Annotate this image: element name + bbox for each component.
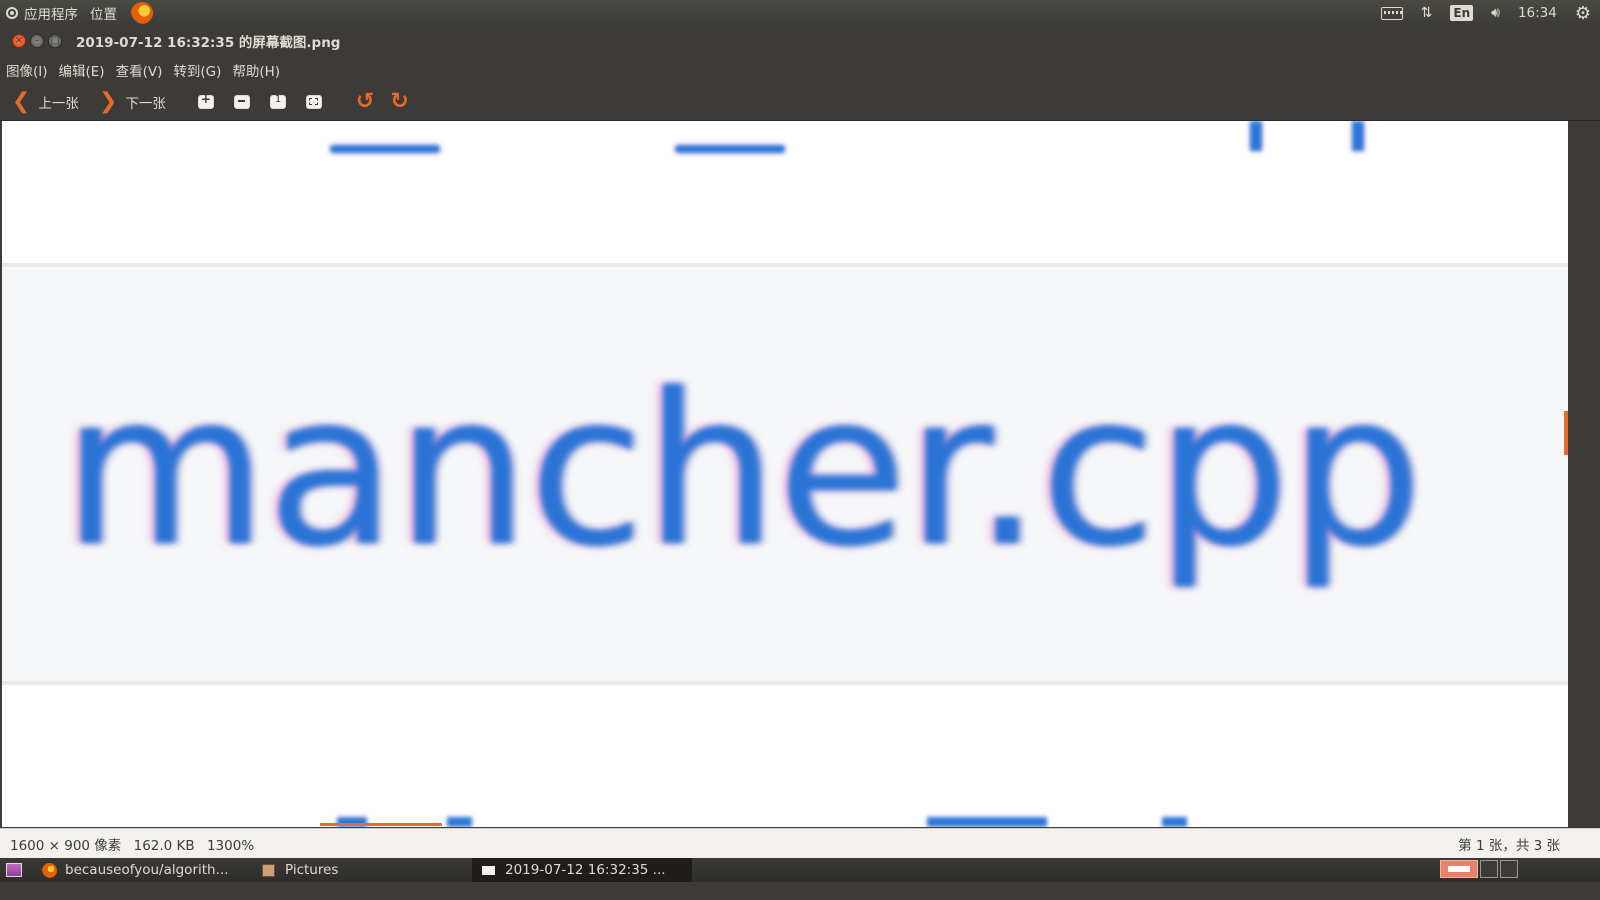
show-desktop-icon[interactable] (6, 863, 22, 877)
volume-icon[interactable]: 🔊︎ (1491, 5, 1500, 21)
image-fragment (1352, 121, 1364, 151)
image-fragment (1162, 817, 1187, 827)
image-fragment (1250, 121, 1262, 151)
task-label: becauseofyou/algorith... (65, 862, 229, 878)
previous-image-label: 上一张 (38, 96, 79, 112)
rotate-right-icon[interactable]: ↻ (390, 91, 408, 113)
menu-help[interactable]: 帮助(H) (232, 60, 280, 80)
menu-edit[interactable]: 编辑(E) (59, 60, 105, 80)
image-fragment (330, 145, 440, 153)
task-firefox[interactable]: becauseofyou/algorith... (32, 858, 252, 882)
file-size: 162.0 KB (133, 838, 195, 854)
keyboard-icon[interactable] (1380, 6, 1403, 20)
file-manager-icon (262, 863, 275, 877)
scroll-marker[interactable] (1564, 411, 1568, 455)
normal-size-icon[interactable] (269, 94, 286, 109)
network-arrows-icon[interactable]: ⇅ (1421, 5, 1433, 21)
session-gear-icon[interactable]: ⚙ (1575, 3, 1591, 24)
rotate-left-icon[interactable]: ↺ (356, 91, 374, 113)
workspace-1[interactable] (1440, 860, 1478, 878)
image-fragment (675, 145, 785, 153)
zoom-level: 1300% (206, 838, 255, 854)
places-menu[interactable]: 位置 (90, 3, 117, 23)
task-label: 2019-07-12 16:32:35 ... (505, 862, 666, 878)
image-dimensions: 1600 × 900 像素 (10, 838, 122, 854)
language-label: En (1450, 5, 1474, 21)
image-fragment (927, 817, 1047, 827)
input-language-indicator[interactable]: En (1450, 5, 1474, 21)
image-viewer-icon (482, 865, 495, 875)
image-fragment (320, 823, 442, 826)
top-panel: 应用程序 位置 ⇅ En 🔊︎ 16:34 ⚙ (0, 0, 1600, 26)
task-pictures[interactable]: Pictures (252, 858, 472, 882)
zoomed-filename-text: mancher.cpp (62, 348, 1422, 593)
image-position: 第 1 张，共 3 张 (1458, 838, 1560, 854)
chevron-left-icon: ❮ (12, 89, 31, 114)
menu-view[interactable]: 查看(V) (116, 60, 163, 80)
next-image-button[interactable]: ❯ 下一张 (93, 88, 172, 116)
bottom-taskbar: becauseofyou/algorith... Pictures 2019-0… (0, 858, 1600, 882)
clock[interactable]: 16:34 (1518, 5, 1557, 21)
statusbar: 1600 × 900 像素 162.0 KB 1300% 第 1 张，共 3 张 (0, 828, 1600, 859)
workspace-3[interactable] (1500, 860, 1518, 878)
zoom-in-icon[interactable] (197, 92, 214, 109)
task-image-viewer[interactable]: 2019-07-12 16:32:35 ... (472, 858, 692, 882)
toolbar: ❮ 上一张 ❯ 下一张 ↺ ↻ (0, 84, 1600, 121)
image-fragment (447, 817, 472, 827)
next-image-label: 下一张 (125, 96, 166, 112)
workspace-switcher (1438, 860, 1518, 878)
window-titlebar: × – □ 2019-07-12 16:32:35 的屏幕截图.png (0, 26, 1600, 56)
firefox-icon (42, 862, 57, 878)
previous-image-button[interactable]: ❮ 上一张 (6, 88, 85, 116)
applications-icon[interactable] (6, 7, 18, 19)
chevron-right-icon: ❯ (98, 89, 118, 114)
workspace-2[interactable] (1480, 860, 1498, 878)
maximize-window-button[interactable]: □ (48, 34, 62, 48)
image-viewport[interactable]: mancher.cpp (2, 121, 1568, 827)
zoom-out-icon[interactable] (233, 95, 250, 109)
firefox-icon[interactable] (131, 2, 153, 24)
minimize-window-button[interactable]: – (30, 34, 44, 48)
applications-menu[interactable]: 应用程序 (24, 3, 78, 23)
menubar: 图像(I) 编辑(E) 查看(V) 转到(G) 帮助(H) (0, 56, 1600, 84)
menu-image[interactable]: 图像(I) (6, 60, 48, 80)
task-label: Pictures (285, 862, 339, 878)
best-fit-icon[interactable] (305, 95, 322, 109)
menu-go[interactable]: 转到(G) (173, 60, 221, 80)
window-title: 2019-07-12 16:32:35 的屏幕截图.png (76, 35, 341, 51)
close-window-button[interactable]: × (12, 34, 26, 48)
